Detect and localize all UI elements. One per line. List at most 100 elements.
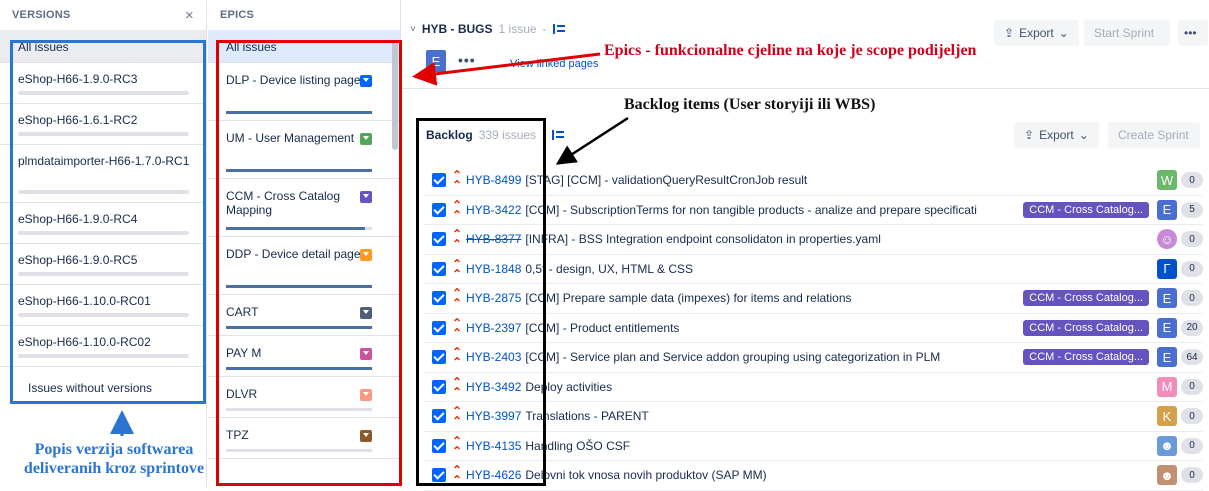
table-row[interactable]: ⌃ ⌃ HYB-2397 [CCM] - Product entitlements CC… [424, 313, 1203, 343]
epic-label: CCM - Cross Catalog Mapping [226, 189, 341, 217]
avatar[interactable]: ☻ [1157, 435, 1177, 456]
sprint-title[interactable]: HYB - BUGS [422, 22, 493, 36]
issue-key[interactable]: HYB-3997 [466, 409, 521, 423]
epic-badge[interactable]: CCM - Cross Catalog... [1023, 349, 1149, 366]
epic-item[interactable]: TPZ [208, 418, 400, 459]
avatar[interactable]: E [1157, 347, 1177, 368]
checkbox-checked-icon[interactable] [432, 468, 446, 483]
double-chevron-up-icon: ⌃ ⌃ [452, 433, 463, 458]
close-icon[interactable]: × [185, 7, 194, 24]
issue-key[interactable]: HYB-4135 [466, 439, 521, 453]
avatar[interactable]: Γ [1157, 258, 1177, 279]
chevron-down-icon[interactable]: ˅ [410, 24, 416, 35]
chevron-down-icon[interactable] [360, 75, 372, 87]
avatar[interactable]: M [1157, 376, 1177, 397]
issue-key[interactable]: HYB-4626 [466, 468, 521, 482]
epic-item[interactable]: DLP - Device listing page [208, 63, 400, 121]
chevron-down-icon[interactable] [360, 191, 372, 203]
table-row[interactable]: ⌃ ⌃ HYB-8377 [INFRA] - BSS Integration endp… [424, 225, 1203, 255]
table-row[interactable]: ⌃ ⌃ HYB-2875 [CCM] Prepare sample data (imp… [424, 284, 1203, 314]
estimate-badge: 0 [1181, 290, 1203, 307]
epic-badge[interactable]: CCM - Cross Catalog... [1023, 319, 1149, 336]
checkbox-checked-icon[interactable] [432, 438, 446, 453]
checkbox-checked-icon[interactable] [432, 350, 446, 365]
table-row[interactable]: ⌃ ⌃ HYB-8499 [STAG] [CCM] - validationQuery… [424, 166, 1203, 196]
create-sprint-button[interactable]: Create Sprint [1108, 122, 1200, 148]
table-row[interactable]: ⌃ ⌃ HYB-2403 [CCM] - Service plan and Servi… [424, 343, 1203, 373]
avatar[interactable]: E [1157, 199, 1177, 220]
issue-summary: [CCM] - SubscriptionTerms for non tangib… [525, 202, 977, 217]
epic-label: DLP - Device listing page [226, 73, 361, 87]
avatar[interactable]: ☺ [1157, 229, 1177, 250]
list-view-icon[interactable] [552, 24, 565, 34]
checkbox-checked-icon[interactable] [432, 379, 446, 394]
issue-key[interactable]: HYB-1848 [466, 262, 521, 276]
table-row[interactable]: ⌃ ⌃ HYB-1848 0,5f - design, UX, HTML & CSS Γ… [424, 254, 1203, 284]
avatar[interactable]: ☻ [1157, 465, 1177, 486]
table-row[interactable]: ⌃ ⌃ HYB-4135 Handling OŠO CSF ☻ 0 [424, 431, 1203, 461]
avatar[interactable]: W [1157, 170, 1177, 191]
epic-item[interactable]: All issues [208, 30, 400, 63]
epic-avatar[interactable]: E [426, 50, 446, 72]
epic-badge[interactable]: CCM - Cross Catalog... [1023, 290, 1149, 307]
view-linked-pages-link[interactable]: View linked pages [510, 58, 598, 70]
list-view-icon[interactable] [552, 130, 565, 140]
versions-annotation: Popis verzija softwarea deliveranih kroz… [8, 440, 220, 478]
checkbox-checked-icon[interactable] [432, 232, 446, 247]
sprint-more-button[interactable]: ••• [1178, 20, 1208, 46]
epic-item[interactable]: PAY M [208, 336, 400, 377]
version-item[interactable]: eShop-H66-1.10.0-RC02 [0, 326, 206, 367]
start-sprint-button[interactable]: Start Sprint [1084, 20, 1170, 46]
backlog-export-button[interactable]: ⇪ Export ⌄ [1014, 122, 1099, 148]
table-row[interactable]: ⌃ ⌃ HYB-3492 Deploy activities M 0 [424, 372, 1203, 402]
checkbox-checked-icon[interactable] [432, 320, 446, 335]
version-item[interactable]: eShop-H66-1.10.0-RC01 [0, 285, 206, 326]
more-icon[interactable]: ••• [458, 52, 476, 68]
version-item[interactable]: eShop-H66-1.6.1-RC2 [0, 104, 206, 145]
epic-item[interactable]: DLVR [208, 377, 400, 418]
version-item[interactable]: eShop-H66-1.9.0-RC5 [0, 244, 206, 285]
epics-scrollbar[interactable] [392, 40, 398, 150]
sprint-export-button[interactable]: ⇪ Export ⌄ [994, 20, 1079, 46]
chevron-down-icon: ⌄ [1078, 128, 1089, 142]
checkbox-checked-icon[interactable] [432, 409, 446, 424]
epic-item[interactable]: CCM - Cross Catalog Mapping [208, 179, 400, 237]
checkbox-checked-icon[interactable] [432, 202, 446, 217]
issues-without-versions[interactable]: Issues without versions [0, 367, 206, 395]
chevron-down-icon[interactable] [360, 348, 372, 360]
estimate-badge: 0 [1181, 172, 1203, 189]
backlog-title: Backlog [426, 128, 473, 142]
epic-item[interactable]: DDP - Device detail page [208, 237, 400, 295]
avatar[interactable]: E [1157, 317, 1177, 338]
chevron-down-icon[interactable] [360, 430, 372, 442]
avatar[interactable]: E [1157, 288, 1177, 309]
issue-key[interactable]: HYB-2403 [466, 350, 521, 364]
chevron-down-icon[interactable] [360, 389, 372, 401]
table-row[interactable]: ⌃ ⌃ HYB-4626 Delovni tok vnosa novih produk… [424, 461, 1203, 491]
version-item[interactable]: plmdataimporter-H66-1.7.0-RC1 [0, 145, 206, 203]
issue-key[interactable]: HYB-3422 [466, 203, 521, 217]
table-row[interactable]: ⌃ ⌃ HYB-3422 [CCM] - SubscriptionTerms for … [424, 195, 1203, 225]
version-item[interactable]: All issues [0, 30, 206, 63]
issue-key[interactable]: HYB-3492 [466, 380, 521, 394]
issue-key[interactable]: HYB-8499 [466, 173, 521, 187]
estimate-badge: 0 [1181, 408, 1203, 425]
epic-progress-bar [226, 449, 372, 452]
chevron-down-icon[interactable] [360, 133, 372, 145]
chevron-down-icon[interactable] [360, 307, 372, 319]
issue-key[interactable]: HYB-8377 [466, 232, 521, 246]
issue-key[interactable]: HYB-2397 [466, 321, 521, 335]
checkbox-checked-icon[interactable] [432, 291, 446, 306]
double-chevron-up-icon: ⌃ ⌃ [452, 374, 463, 399]
table-row[interactable]: ⌃ ⌃ HYB-3997 Translations - PARENT K 0 [424, 402, 1203, 432]
issue-key[interactable]: HYB-2875 [466, 291, 521, 305]
checkbox-checked-icon[interactable] [432, 261, 446, 276]
checkbox-checked-icon[interactable] [432, 173, 446, 188]
version-item[interactable]: eShop-H66-1.9.0-RC3 [0, 63, 206, 104]
epic-badge[interactable]: CCM - Cross Catalog... [1023, 201, 1149, 218]
epic-item[interactable]: UM - User Management [208, 121, 400, 179]
epic-item[interactable]: CART [208, 295, 400, 336]
chevron-down-icon[interactable] [360, 249, 372, 261]
version-item[interactable]: eShop-H66-1.9.0-RC4 [0, 203, 206, 244]
avatar[interactable]: K [1157, 406, 1177, 427]
